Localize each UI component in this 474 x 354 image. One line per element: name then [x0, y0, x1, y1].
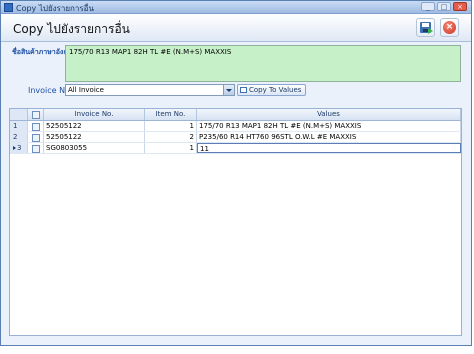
header-panel: Copy ไปยังรายการอื่น ×	[1, 14, 471, 42]
copy-window: Copy ไปยังรายการอื่น _ □ × Copy ไปยังรายกา…	[0, 0, 472, 346]
row-indicator-header	[10, 109, 28, 120]
current-row-arrow-icon	[13, 146, 16, 150]
item-cell[interactable]: 1	[145, 121, 197, 131]
row-select-cell	[28, 132, 44, 142]
invoice-no-label: Invoice No	[28, 86, 71, 95]
copy-to-values-button[interactable]: Copy To Values	[237, 84, 306, 96]
invoice-cell[interactable]: 52505122	[44, 121, 145, 131]
product-name-value: 175/70 R13 MAP1 82H TL #E (N.M+S) MAXXIS	[69, 48, 232, 56]
table-row[interactable]: 3 SG0803055 1 11	[10, 143, 461, 154]
invoice-select[interactable]: All Invoice	[65, 84, 235, 96]
item-cell[interactable]: 2	[145, 132, 197, 142]
item-cell[interactable]: 1	[145, 143, 197, 153]
value-cell[interactable]: 175/70 R13 MAP1 82H TL #E (N.M+S) MAXXIS	[197, 121, 461, 131]
arrow-right-icon	[428, 28, 433, 34]
chevron-down-icon[interactable]	[223, 85, 234, 95]
row-number: 3	[17, 144, 22, 152]
product-name-field[interactable]: 175/70 R13 MAP1 82H TL #E (N.M+S) MAXXIS	[65, 45, 461, 82]
table-row[interactable]: 2 52505122 2 P235/60 R14 HT760 96STL O.W…	[10, 132, 461, 143]
maximize-button[interactable]: □	[437, 2, 451, 11]
copy-icon	[240, 87, 247, 93]
row-checkbox[interactable]	[32, 134, 40, 142]
row-checkbox[interactable]	[32, 123, 40, 131]
row-select-cell	[28, 121, 44, 131]
column-header-values[interactable]: Values	[197, 109, 461, 120]
row-select-cell	[28, 143, 44, 153]
row-number: 1	[10, 121, 28, 131]
invoice-select-value: All Invoice	[68, 86, 104, 94]
select-all-checkbox[interactable]	[32, 111, 40, 119]
column-header-invoice[interactable]: Invoice No.	[44, 109, 145, 120]
close-button[interactable]: ×	[440, 18, 459, 37]
invoice-cell[interactable]: SG0803055	[44, 143, 145, 153]
save-button[interactable]	[416, 18, 435, 37]
title-bar: Copy ไปยังรายการอื่น _ □ ×	[1, 1, 471, 14]
row-indicator-cell: 3	[10, 143, 28, 153]
values-grid: Invoice No. Item No. Values 1 52505122 1…	[9, 108, 462, 336]
grid-header: Invoice No. Item No. Values	[10, 109, 461, 121]
table-row[interactable]: 1 52505122 1 175/70 R13 MAP1 82H TL #E (…	[10, 121, 461, 132]
close-icon: ×	[443, 21, 456, 34]
window-controls: _ □ ×	[419, 2, 467, 11]
page-title: Copy ไปยังรายการอื่น	[13, 22, 130, 36]
column-header-item[interactable]: Item No.	[145, 109, 197, 120]
copy-to-values-label: Copy To Values	[249, 86, 302, 94]
minimize-button[interactable]: _	[421, 2, 435, 11]
invoice-cell[interactable]: 52505122	[44, 132, 145, 142]
row-checkbox[interactable]	[32, 145, 40, 153]
window-close-button[interactable]: ×	[453, 2, 467, 11]
value-cell-editing[interactable]: 11	[197, 143, 461, 153]
value-cell[interactable]: P235/60 R14 HT760 96STL O.W.L #E MAXXIS	[197, 132, 461, 142]
row-number: 2	[10, 132, 28, 142]
select-all-cell	[28, 109, 44, 120]
app-icon	[4, 3, 13, 12]
